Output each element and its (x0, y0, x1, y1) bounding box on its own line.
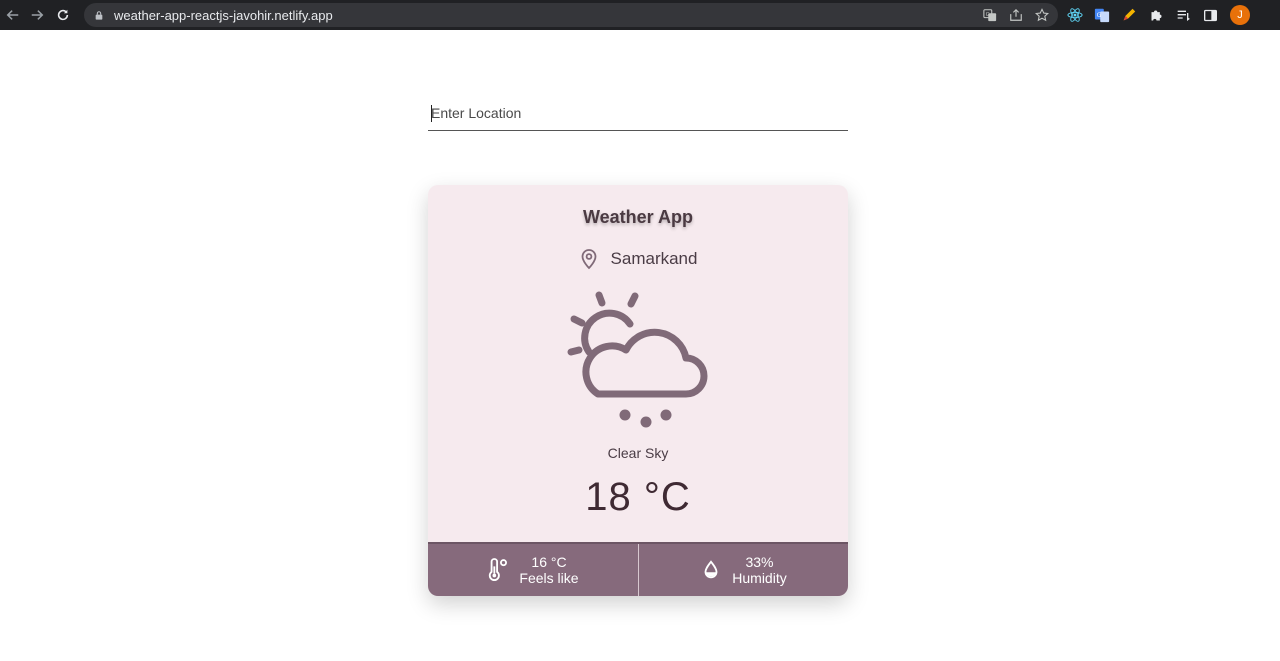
feels-like-value: 16 °C (531, 554, 567, 570)
browser-toolbar: weather-app-reactjs-javohir.netlify.app … (0, 0, 1280, 30)
side-panel-icon[interactable] (1201, 6, 1219, 24)
translate-extension-icon[interactable]: G (1093, 6, 1111, 24)
thermometer-icon (489, 558, 508, 581)
reload-icon[interactable] (50, 0, 76, 30)
humidity-value: 33% (745, 554, 774, 570)
share-icon[interactable] (1008, 7, 1024, 23)
location-name: Samarkand (610, 249, 698, 268)
card-footer: 16 °C Feels like 33% Humidity (428, 542, 848, 596)
location-row: Samarkand (428, 248, 848, 270)
translate-icon[interactable]: G (982, 7, 998, 23)
card-title: Weather App (582, 207, 693, 227)
humidity-label: Humidity (732, 570, 787, 586)
profile-avatar[interactable]: J (1230, 5, 1250, 25)
location-pin-icon (581, 249, 596, 270)
svg-text:G: G (986, 12, 990, 18)
extensions-puzzle-icon[interactable] (1147, 6, 1165, 24)
humidity-stat: 33% Humidity (638, 544, 848, 596)
humidity-text: 33% Humidity (732, 554, 786, 586)
temperature: 18 °C (585, 475, 691, 519)
weather-card: Weather App Samarkand Clear Sky 18 °C 16… (428, 185, 848, 596)
lock-icon[interactable] (94, 9, 106, 21)
url-text[interactable]: weather-app-reactjs-javohir.netlify.app (114, 8, 333, 23)
feels-like-text: 16 °C Feels like (519, 554, 578, 586)
drop-icon (704, 560, 718, 579)
weather-description: Clear Sky (607, 445, 669, 461)
text-caret (431, 105, 432, 122)
svg-text:G: G (1097, 12, 1102, 19)
location-search-input[interactable] (428, 96, 848, 130)
address-bar[interactable]: weather-app-reactjs-javohir.netlify.app … (84, 3, 1058, 27)
pen-extension-icon[interactable] (1120, 6, 1138, 24)
react-devtools-icon[interactable] (1066, 6, 1084, 24)
forward-icon[interactable] (24, 0, 50, 30)
feels-like-label: Feels like (519, 570, 579, 586)
back-icon[interactable] (0, 0, 26, 30)
reading-list-icon[interactable] (1174, 6, 1192, 24)
search-field[interactable] (428, 96, 848, 131)
partly-cloudy-icon (567, 291, 708, 428)
feels-like-stat: 16 °C Feels like (428, 544, 638, 596)
bookmark-star-icon[interactable] (1034, 7, 1050, 23)
